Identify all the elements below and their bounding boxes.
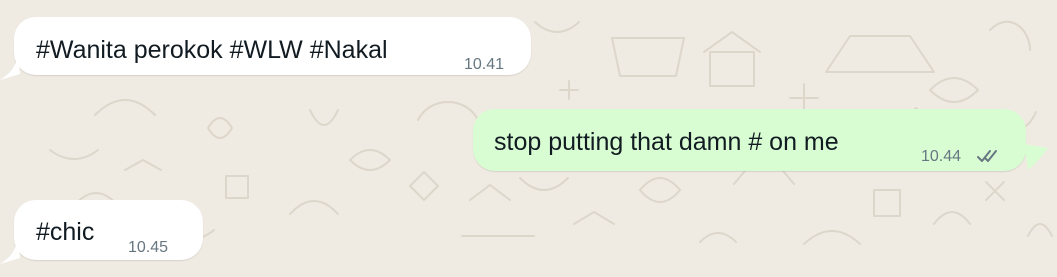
- message-bubble-incoming[interactable]: #Wanita perokok #WLW #Nakal 10.41: [14, 17, 531, 75]
- double-check-icon: [977, 150, 997, 162]
- incoming-bubble-tail: [0, 238, 20, 264]
- message-time: 10.41: [464, 56, 505, 73]
- incoming-bubble-tail: [0, 56, 20, 80]
- message-text: stop putting that damn # on me: [494, 128, 839, 156]
- message-bubble-incoming[interactable]: #chic 10.45: [14, 200, 203, 260]
- message-text: #chic: [36, 218, 95, 246]
- message-text: #Wanita perokok #WLW #Nakal: [36, 36, 388, 64]
- outgoing-bubble-tail: [1024, 144, 1048, 170]
- message-time: 10.45: [128, 239, 169, 256]
- message-bubble-outgoing[interactable]: stop putting that damn # on me 10.44: [473, 109, 1026, 171]
- message-time: 10.44: [921, 148, 962, 165]
